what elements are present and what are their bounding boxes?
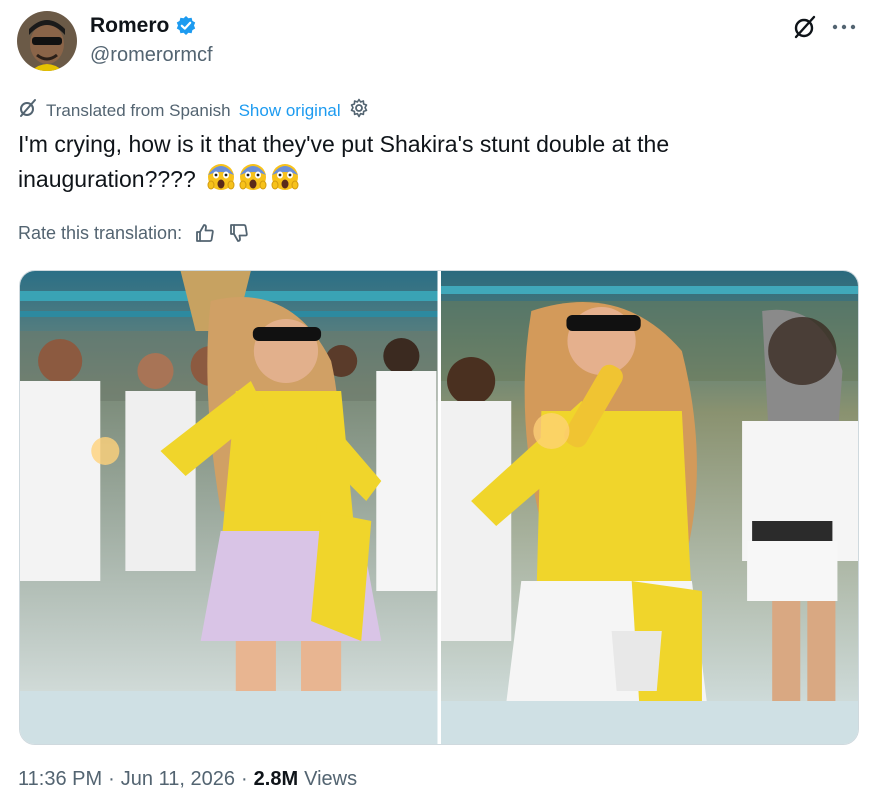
author-name[interactable]: Romero — [90, 14, 169, 38]
translated-label: Translated from Spanish — [46, 100, 231, 120]
rate-translation-label: Rate this translation: — [18, 222, 183, 243]
tweet-date[interactable]: Jun 11, 2026 — [121, 768, 235, 791]
emoji-group — [206, 161, 300, 191]
grok-translate-icon — [18, 98, 38, 123]
meta-separator: · — [108, 768, 115, 790]
settings-gear-icon[interactable] — [349, 98, 369, 123]
tweet-text: I'm crying, how is it that they've put S… — [18, 128, 848, 196]
tweet-card: Romero @romerormcf Translated from Spani… — [0, 0, 880, 812]
rate-translation-row: Rate this translation: — [18, 222, 250, 244]
author-handle[interactable]: @romerormcf — [90, 44, 213, 67]
tweet-time[interactable]: 11:36 PM — [18, 768, 102, 791]
avatar[interactable] — [17, 11, 77, 71]
views-label: Views — [304, 768, 358, 790]
photo-right[interactable] — [440, 271, 858, 744]
translation-notice: Translated from Spanish Show original — [18, 98, 369, 123]
thumbs-down-icon[interactable] — [228, 222, 250, 244]
meta-separator: · — [240, 768, 248, 790]
tweet-body: I'm crying, how is it that they've put S… — [18, 131, 670, 192]
media-grid — [19, 270, 859, 745]
photo-left[interactable] — [20, 271, 438, 744]
author-name-row: Romero — [90, 14, 197, 38]
more-options-icon[interactable] — [832, 23, 856, 31]
grok-icon[interactable] — [792, 14, 818, 40]
top-actions — [792, 14, 856, 40]
screaming-face-emoji-icon — [238, 161, 268, 191]
screaming-face-emoji-icon — [206, 161, 236, 191]
tweet-meta: 11:36 PM · Jun 11, 2026 · 2.8M Views — [18, 768, 357, 791]
show-original-link[interactable]: Show original — [239, 101, 341, 121]
verified-badge-icon — [175, 15, 197, 37]
views-count: 2.8M — [253, 768, 299, 790]
thumbs-up-icon[interactable] — [194, 222, 216, 244]
screaming-face-emoji-icon — [270, 161, 300, 191]
